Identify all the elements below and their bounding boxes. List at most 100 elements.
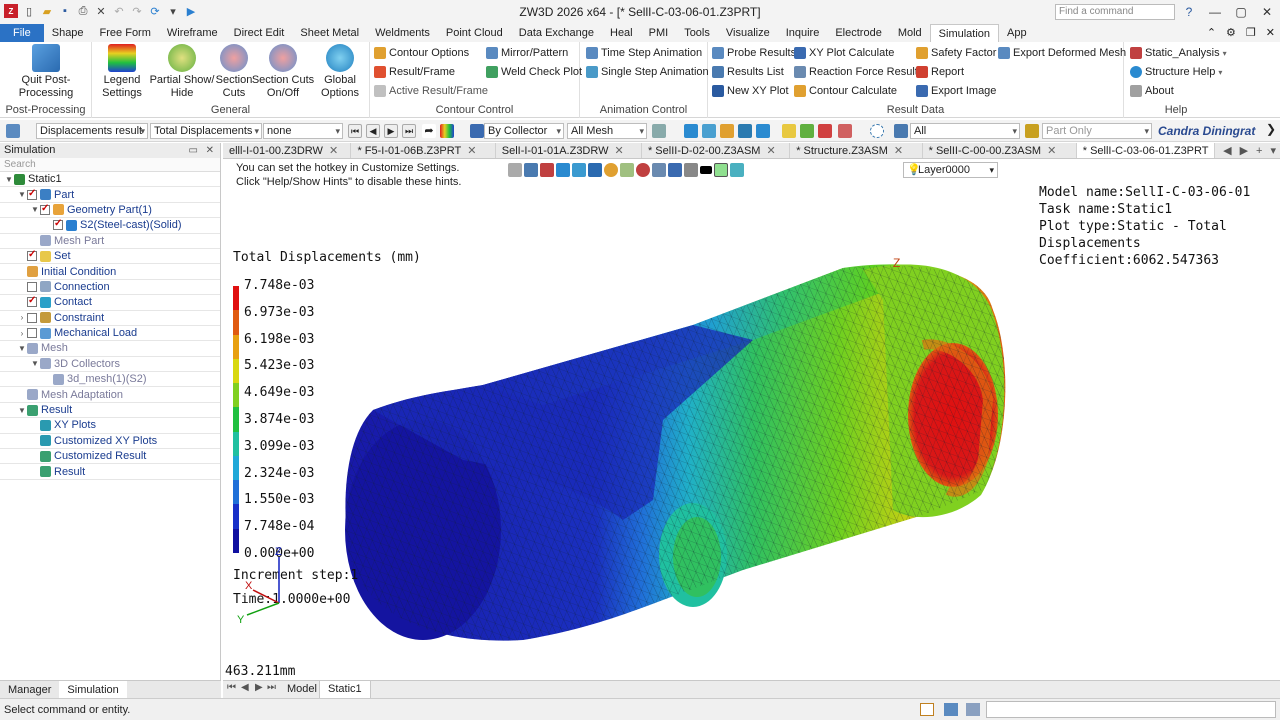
menu-free-form[interactable]: Free Form: [92, 24, 159, 42]
tree-checkbox[interactable]: [27, 312, 37, 323]
tree-item[interactable]: Mesh Part: [0, 234, 220, 249]
tab-simulation[interactable]: Simulation: [59, 681, 127, 698]
minimize-button[interactable]: —: [1202, 0, 1228, 24]
tree-item[interactable]: › Constraint: [0, 311, 220, 326]
nav-next-icon[interactable]: ▶: [255, 682, 263, 693]
menu-heal[interactable]: Heal: [602, 24, 641, 42]
doc-tab[interactable]: * SellI-C-03-06-01.Z3PRT ✕: [1076, 143, 1216, 158]
tab-scroll-right-icon[interactable]: ▶: [1240, 145, 1248, 157]
undo-icon[interactable]: ↶: [112, 4, 126, 18]
close-tab-icon[interactable]: ✕: [329, 145, 338, 157]
close-tab-icon[interactable]: ✕: [894, 145, 903, 157]
expand-arrow-icon[interactable]: ▼: [30, 359, 40, 368]
tree-item[interactable]: Result: [0, 464, 220, 480]
tree-item[interactable]: ▼ Geometry Part(1): [0, 203, 220, 219]
tree-item[interactable]: Initial Condition: [0, 264, 220, 280]
part-only-select[interactable]: Part Only: [1042, 123, 1152, 139]
nav-prev-icon[interactable]: ◀: [241, 682, 249, 693]
find-command-input[interactable]: Find a command: [1055, 4, 1175, 20]
global-options-button[interactable]: Global Options: [314, 44, 366, 100]
mesh-select[interactable]: All Mesh: [567, 123, 647, 139]
close-tab-icon[interactable]: ✕: [766, 145, 775, 157]
filter-select[interactable]: All: [910, 123, 1020, 139]
window-restore-icon[interactable]: ❐: [1241, 24, 1261, 42]
nav-last-icon[interactable]: ⏭: [267, 682, 276, 693]
menu-tools[interactable]: Tools: [676, 24, 718, 42]
close-file-icon[interactable]: ✕: [94, 4, 108, 18]
menu-visualize[interactable]: Visualize: [718, 24, 778, 42]
expand-arrow-icon[interactable]: ▼: [17, 344, 27, 353]
tab-static1[interactable]: Static1: [319, 681, 371, 699]
expand-arrow-icon[interactable]: ▼: [17, 406, 27, 415]
result-type-icon[interactable]: [6, 124, 20, 138]
cube-wire-icon[interactable]: [652, 124, 666, 138]
structure-help-button[interactable]: Structure Help ▾: [1130, 64, 1222, 80]
prev-frame-icon[interactable]: ◀: [366, 124, 380, 138]
tree-search-input[interactable]: Search: [0, 158, 220, 172]
tree-item[interactable]: › Mechanical Load: [0, 326, 220, 342]
close-tab-icon[interactable]: ✕: [1047, 145, 1056, 157]
nav-first-icon[interactable]: ⏮: [227, 682, 236, 693]
settings-icon[interactable]: ⚙: [1221, 24, 1241, 42]
status-toggle-icon[interactable]: [920, 703, 934, 716]
about-button[interactable]: About: [1130, 83, 1174, 99]
tree-item[interactable]: S2(Steel-cast)(Solid): [0, 218, 220, 234]
tree-checkbox[interactable]: [27, 188, 37, 200]
doc-tab[interactable]: * Structure.Z3ASM ✕: [790, 143, 923, 158]
menu-weldments[interactable]: Weldments: [367, 24, 438, 42]
tree-checkbox[interactable]: [27, 249, 37, 262]
report-button[interactable]: Report: [916, 64, 964, 80]
doc-tab[interactable]: SelI-I-01-01A.Z3DRW ✕: [496, 143, 642, 158]
tree-item[interactable]: ▼ Part: [0, 187, 220, 203]
tree-checkbox[interactable]: [53, 218, 63, 231]
close-doc-icon[interactable]: ✕: [1261, 24, 1280, 42]
status-view-icon[interactable]: [944, 703, 958, 716]
menu-point-cloud[interactable]: Point Cloud: [438, 24, 511, 42]
graphics-viewport[interactable]: You can set the hotkey in Customize Sett…: [223, 160, 1280, 680]
option-select[interactable]: none: [263, 123, 343, 139]
collector-select[interactable]: By Collector: [484, 123, 564, 139]
new-xy-plot-button[interactable]: New XY Plot: [712, 83, 789, 99]
doc-tab[interactable]: * SelII-C-00-00.Z3ASM ✕: [923, 143, 1077, 158]
probe-results-button[interactable]: Probe Results: [712, 45, 796, 61]
section-cuts-button[interactable]: Section Cuts: [214, 44, 254, 100]
menu-sheet-metal[interactable]: Sheet Metal: [292, 24, 367, 42]
add-icon[interactable]: [800, 124, 814, 138]
doc-tab[interactable]: elll-I-01-00.Z3DRW ✕: [223, 143, 352, 158]
expand-arrow-icon[interactable]: ›: [17, 313, 27, 322]
weld-check-plot-button[interactable]: Weld Check Plot: [486, 64, 582, 80]
doc-tab[interactable]: * F5-I-01-06B.Z3PRT ✕: [351, 143, 496, 158]
shaded-view-icon[interactable]: [702, 124, 716, 138]
tree-item[interactable]: Mesh Adaptation: [0, 387, 220, 403]
static-analysis-button[interactable]: Static_Analysis ▾: [1130, 45, 1227, 61]
contour-calculate-button[interactable]: Contour Calculate: [794, 83, 897, 99]
print-icon[interactable]: ⎙: [76, 4, 90, 18]
menu-shape[interactable]: Shape: [44, 24, 92, 42]
tab-list-icon[interactable]: ▾: [1270, 145, 1276, 157]
tree-item[interactable]: Set: [0, 249, 220, 265]
last-frame-icon[interactable]: ⏭: [402, 124, 416, 138]
close-window-button[interactable]: ✕: [1254, 0, 1280, 24]
contour-color-icon[interactable]: [440, 124, 454, 138]
menu-simulation[interactable]: Simulation: [929, 24, 1000, 42]
expand-arrow-icon[interactable]: ›: [17, 329, 27, 338]
tree-item[interactable]: ▼ Static1: [0, 172, 220, 188]
tree-item[interactable]: Customized Result: [0, 449, 220, 465]
maximize-button[interactable]: ▢: [1228, 0, 1254, 24]
first-frame-icon[interactable]: ⏮: [348, 124, 362, 138]
redo-icon[interactable]: ↷: [130, 4, 144, 18]
menu-wireframe[interactable]: Wireframe: [159, 24, 226, 42]
pick-filter-icon[interactable]: [782, 124, 796, 138]
tab-scroll-left-icon[interactable]: ◀: [1223, 145, 1231, 157]
xy-plot-calculate-button[interactable]: XY Plot Calculate: [794, 45, 894, 61]
active-result-frame-button[interactable]: Active Result/Frame: [374, 83, 488, 99]
dropdown-icon[interactable]: ▾: [166, 4, 180, 18]
time-step-animation-button[interactable]: Time Step Animation: [586, 45, 702, 61]
result-type-select[interactable]: Displacements result: [36, 123, 148, 139]
more-icon[interactable]: ❯: [1266, 122, 1276, 136]
panel-close-icon[interactable]: ✕: [206, 143, 214, 158]
tree-item[interactable]: ▼ Mesh: [0, 341, 220, 357]
remove-icon[interactable]: [818, 124, 832, 138]
tree-checkbox[interactable]: [40, 203, 50, 215]
tree-item[interactable]: Connection: [0, 280, 220, 296]
